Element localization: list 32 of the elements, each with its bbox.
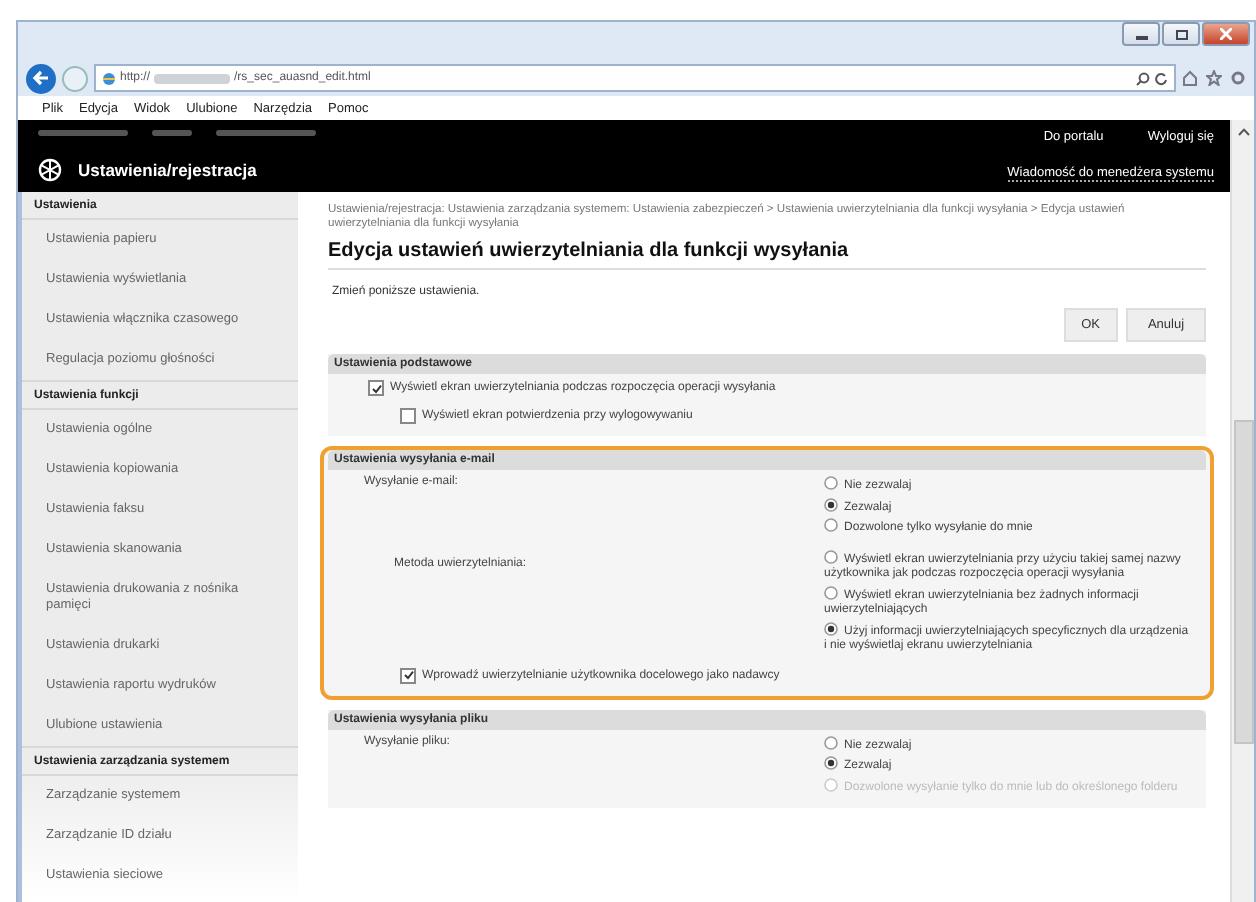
checkmark-icon (371, 383, 381, 393)
radio-button[interactable] (824, 756, 838, 770)
radio-button[interactable] (824, 585, 838, 599)
globe-icon (102, 71, 116, 85)
refresh-icon (1154, 71, 1168, 85)
radio-button[interactable] (824, 549, 838, 563)
search-icon (1136, 71, 1150, 85)
home-icon[interactable] (1182, 70, 1198, 86)
scrollbar[interactable] (1230, 120, 1254, 902)
maximize-icon (1175, 29, 1187, 39)
page-title: Edycja ustawień uwierzytelniania dla funkcji wysyłania (328, 240, 1206, 270)
gear-flower-icon (38, 157, 62, 182)
radio-button[interactable] (824, 621, 838, 635)
caret-up-icon (1237, 128, 1249, 136)
maximize-button[interactable] (1162, 22, 1200, 46)
close-icon (1220, 28, 1232, 40)
checkmark-icon (403, 670, 413, 680)
checkbox[interactable] (400, 667, 416, 683)
back-button[interactable] (26, 63, 56, 93)
radio-button[interactable] (824, 497, 838, 511)
radio-button[interactable] (824, 735, 838, 749)
arrow-left-icon (32, 70, 50, 86)
blurred-address (154, 73, 231, 83)
checkbox[interactable] (400, 408, 416, 424)
star-icon[interactable] (1206, 70, 1222, 86)
radio-button[interactable] (824, 476, 838, 490)
minimize-button[interactable] (1122, 22, 1160, 46)
app-title: Ustawienia/rejestracja (78, 159, 257, 180)
scrollbar-thumb[interactable] (1233, 420, 1253, 744)
close-button[interactable] (1202, 22, 1250, 46)
radio-button[interactable] (824, 518, 838, 532)
checkbox[interactable] (368, 380, 384, 396)
